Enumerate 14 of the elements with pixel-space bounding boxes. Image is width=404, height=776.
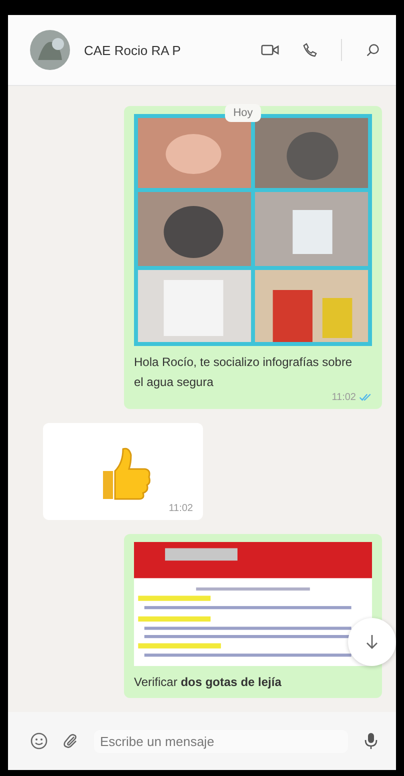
date-badge: Hoy (225, 104, 261, 122)
arrow-down-icon (364, 634, 380, 650)
microphone-icon[interactable] (362, 732, 380, 750)
message-input[interactable]: Escribe un mensaje (94, 730, 348, 752)
message-time: 11:02 (332, 392, 356, 403)
phone-icon[interactable] (301, 43, 319, 57)
contact-name[interactable]: CAE Rocio RA P (84, 42, 247, 58)
emoji-icon[interactable] (30, 732, 48, 750)
video-call-icon[interactable] (261, 43, 279, 57)
avatar[interactable] (30, 30, 70, 70)
message-text: Verificar dos gotas de lejía (134, 674, 282, 691)
search-icon[interactable] (364, 43, 382, 57)
message-text: Hola Rocío, te socializo infografías sobre el agua segura (134, 354, 354, 391)
message-time: 11:02 (168, 503, 193, 514)
